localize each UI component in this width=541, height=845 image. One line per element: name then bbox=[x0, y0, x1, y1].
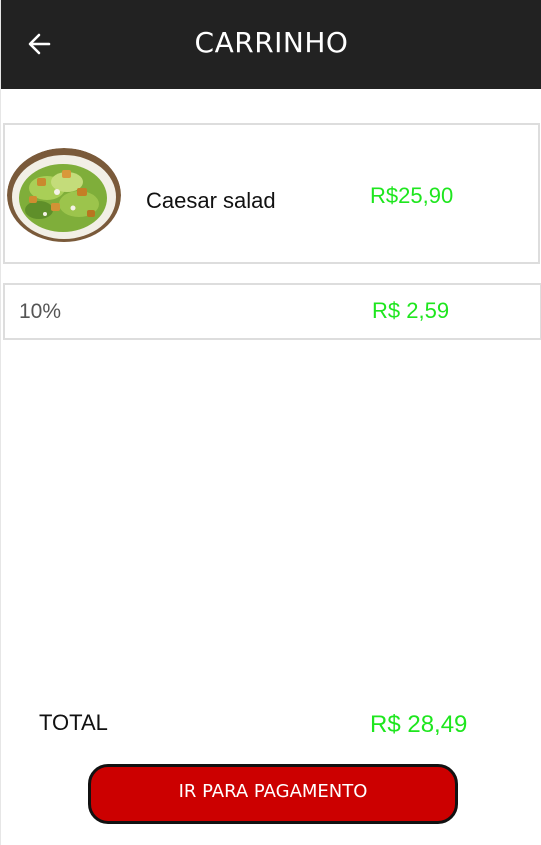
item-price: R$25,90 bbox=[370, 183, 454, 208]
total-label: TOTAL bbox=[39, 710, 108, 735]
go-to-payment-button[interactable]: IR PARA PAGAMENTO bbox=[88, 764, 458, 824]
service-fee-row: 10% R$ 2,59 bbox=[3, 283, 541, 340]
fee-label: 10% bbox=[19, 300, 62, 323]
fee-value: R$ 2,59 bbox=[372, 298, 450, 323]
cart-item[interactable]: Caesar salad R$25,90 bbox=[3, 123, 540, 264]
page-title: CARRINHO bbox=[194, 26, 349, 59]
item-name: Caesar salad bbox=[146, 188, 276, 213]
app-bar: CARRINHO bbox=[1, 0, 541, 89]
total-value: R$ 28,49 bbox=[370, 711, 468, 738]
caesar-salad-image bbox=[7, 148, 121, 243]
